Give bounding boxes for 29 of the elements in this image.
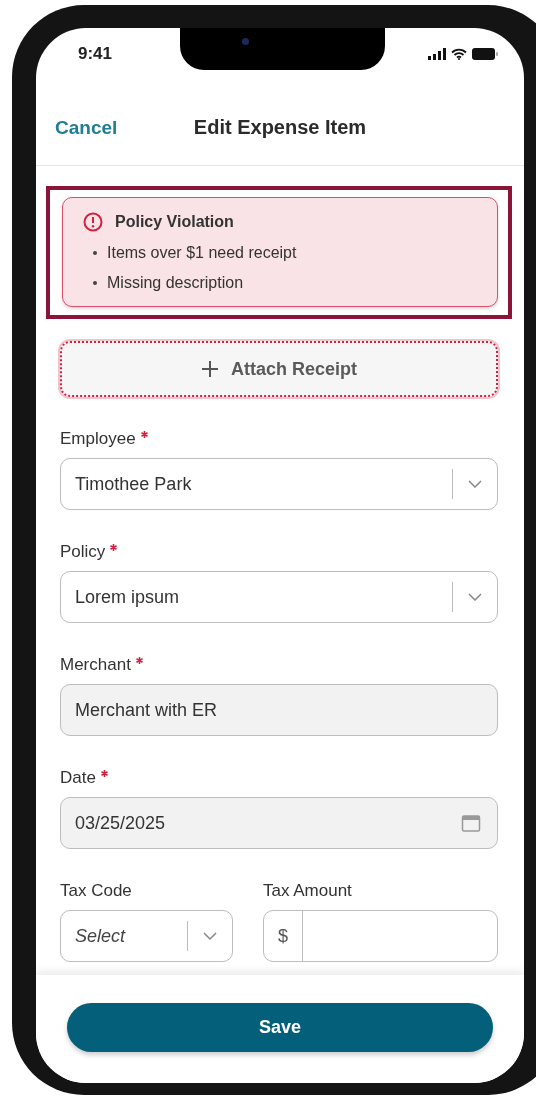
battery-icon <box>472 48 498 60</box>
wifi-icon <box>451 48 467 60</box>
field-label: Policy <box>60 542 106 562</box>
bullet-icon <box>93 281 97 285</box>
status-time: 9:41 <box>78 44 113 64</box>
attach-receipt-button[interactable]: Attach Receipt <box>60 341 498 397</box>
field-label: Merchant <box>60 655 131 675</box>
save-button[interactable]: Save <box>67 1003 493 1052</box>
screen-title: Edit Expense Item <box>193 116 367 139</box>
field-label: Employee <box>60 429 136 449</box>
select-field[interactable]: Timothee Park <box>60 458 498 510</box>
bullet-icon <box>93 251 97 255</box>
field-label: Tax Code <box>60 881 132 901</box>
plus-icon <box>201 360 219 378</box>
alert-message: Missing description <box>107 274 244 292</box>
chevron-down-icon <box>468 480 482 488</box>
calendar-icon <box>461 813 481 833</box>
alert-message: Items over $1 need receipt <box>107 244 297 262</box>
chevron-down-icon <box>468 593 482 601</box>
cancel-button[interactable]: Cancel <box>55 116 118 139</box>
signal-icon <box>428 48 446 60</box>
alert-title: Policy Violation <box>115 213 234 231</box>
chevron-down-icon <box>203 932 217 940</box>
select-field[interactable]: Select <box>60 910 233 962</box>
alert-icon <box>83 212 103 232</box>
field-label: Date <box>60 768 96 788</box>
currency-field[interactable]: $ <box>263 910 498 962</box>
field-label: Tax Amount <box>263 881 352 901</box>
select-field[interactable]: Lorem ipsum <box>60 571 498 623</box>
